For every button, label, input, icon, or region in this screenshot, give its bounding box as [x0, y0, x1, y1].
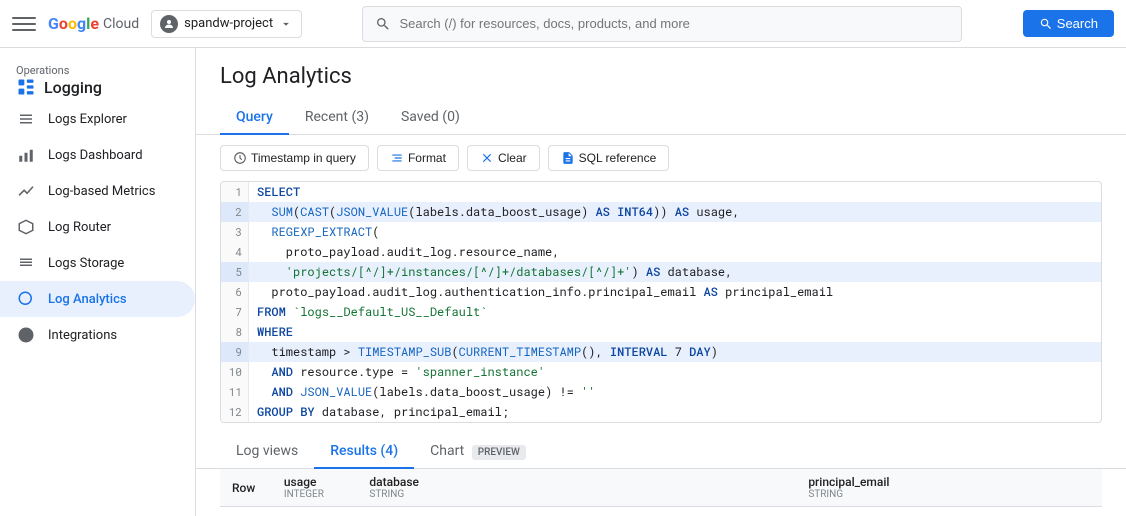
google-cloud-logo: Google Cloud [48, 14, 139, 33]
code-line-3: 3 REGEXP_EXTRACT( [221, 222, 1101, 242]
result-tab-results[interactable]: Results (4) [314, 435, 414, 469]
sidebar-item-logs-dashboard[interactable]: Logs Dashboard [0, 137, 195, 173]
tab-query[interactable]: Query [220, 101, 289, 135]
preview-badge: PREVIEW [472, 445, 526, 460]
log-based-metrics-icon [16, 181, 36, 201]
clock-icon [233, 151, 247, 165]
code-line-2: 2 SUM(CAST(JSON_VALUE(labels.data_boost_… [221, 202, 1101, 222]
sidebar-item-logs-storage[interactable]: Logs Storage [0, 245, 195, 281]
table-row: 1 12635336 projects/spandw-project/insta… [220, 507, 1102, 516]
tab-recent[interactable]: Recent (3) [289, 101, 385, 135]
main-content: Log Analytics Query Recent (3) Saved (0)… [196, 48, 1126, 516]
logging-icon [16, 77, 36, 97]
log-router-icon [16, 217, 36, 237]
code-line-4: 4 proto_payload.audit_log.resource_name, [221, 242, 1101, 262]
code-line-12: 12GROUP BY database, principal_email; [221, 402, 1101, 422]
search-input[interactable] [399, 16, 949, 31]
log-analytics-icon [16, 289, 36, 309]
query-tabs: Query Recent (3) Saved (0) [196, 101, 1126, 135]
topbar: Google Cloud spandw-project Search [0, 0, 1126, 48]
code-line-7: 7FROM `logs__Default_US__Default` [221, 302, 1101, 322]
results-table-wrapper: Row usage INTEGER database STRING princi… [196, 469, 1126, 516]
logs-explorer-icon [16, 109, 36, 129]
menu-icon[interactable] [12, 12, 36, 36]
clear-icon [480, 151, 494, 165]
sidebar-item-logs-explorer[interactable]: Logs Explorer [0, 101, 195, 137]
code-editor[interactable]: 1SELECT 2 SUM(CAST(JSON_VALUE(labels.dat… [220, 181, 1102, 423]
main-header: Log Analytics [196, 48, 1126, 89]
logs-storage-icon [16, 253, 36, 273]
code-line-11: 11 AND JSON_VALUE(labels.data_boost_usag… [221, 382, 1101, 402]
layout: Operations Logging Logs Explorer Logs Da… [0, 48, 1126, 516]
code-line-1: 1SELECT [221, 182, 1101, 202]
search-button-label: Search [1057, 16, 1098, 31]
col-header-row: Row [220, 469, 272, 507]
sidebar-section-label: Operations [16, 64, 179, 77]
cell-usage: 12635336 [272, 507, 358, 516]
sidebar: Operations Logging Logs Explorer Logs Da… [0, 48, 196, 516]
chevron-down-icon [279, 17, 293, 31]
code-line-9: 9 timestamp > TIMESTAMP_SUB(CURRENT_TIME… [221, 342, 1101, 362]
format-button[interactable]: Format [377, 145, 459, 171]
col-header-usage: usage INTEGER [272, 469, 358, 507]
project-name: spandw-project [184, 16, 273, 31]
sidebar-header: Operations Logging [0, 56, 195, 101]
table-body: 1 12635336 projects/spandw-project/insta… [220, 507, 1102, 516]
cell-row-num: 1 [220, 507, 272, 516]
format-icon [390, 151, 404, 165]
sidebar-product-label: Logging [16, 77, 179, 97]
timestamp-button[interactable]: Timestamp in query [220, 145, 369, 171]
sidebar-item-log-based-metrics[interactable]: Log-based Metrics [0, 173, 195, 209]
col-header-database: database STRING [357, 469, 796, 507]
result-tabs: Log views Results (4) Chart PREVIEW [196, 435, 1126, 469]
cell-database: projects/spandw-project/instances/spandw… [357, 507, 796, 516]
page-title: Log Analytics [220, 64, 1102, 89]
cell-email: spandw-project@appspot.gserviceaccount.c… [796, 507, 1102, 516]
code-line-10: 10 AND resource.type = 'spanner_instance… [221, 362, 1101, 382]
code-line-8: 8WHERE [221, 322, 1101, 342]
search-icon-btn [1039, 17, 1053, 31]
logs-dashboard-icon [16, 145, 36, 165]
search-icon-bar [375, 16, 391, 32]
tab-saved[interactable]: Saved (0) [385, 101, 476, 135]
person-icon [160, 15, 178, 33]
code-line-5: 5 'projects/[^/]+/instances/[^/]+/databa… [221, 262, 1101, 282]
clear-button[interactable]: Clear [467, 145, 540, 171]
sidebar-item-integrations[interactable]: Integrations [0, 317, 195, 353]
search-button[interactable]: Search [1023, 10, 1114, 37]
sidebar-item-log-router[interactable]: Log Router [0, 209, 195, 245]
sql-reference-button[interactable]: SQL reference [548, 145, 670, 171]
col-header-principal-email: principal_email STRING [796, 469, 1102, 507]
result-tab-log-views[interactable]: Log views [220, 435, 314, 469]
sidebar-item-log-analytics[interactable]: Log Analytics [0, 281, 195, 317]
code-line-6: 6 proto_payload.audit_log.authentication… [221, 282, 1101, 302]
project-selector[interactable]: spandw-project [151, 10, 302, 38]
result-tab-chart[interactable]: Chart PREVIEW [414, 435, 542, 469]
sql-ref-icon [561, 151, 575, 165]
table-header-row: Row usage INTEGER database STRING princi… [220, 469, 1102, 507]
query-toolbar: Timestamp in query Format Clear SQL refe… [196, 135, 1126, 181]
search-bar[interactable] [362, 6, 962, 42]
integrations-icon [16, 325, 36, 345]
results-table: Row usage INTEGER database STRING princi… [220, 469, 1102, 516]
